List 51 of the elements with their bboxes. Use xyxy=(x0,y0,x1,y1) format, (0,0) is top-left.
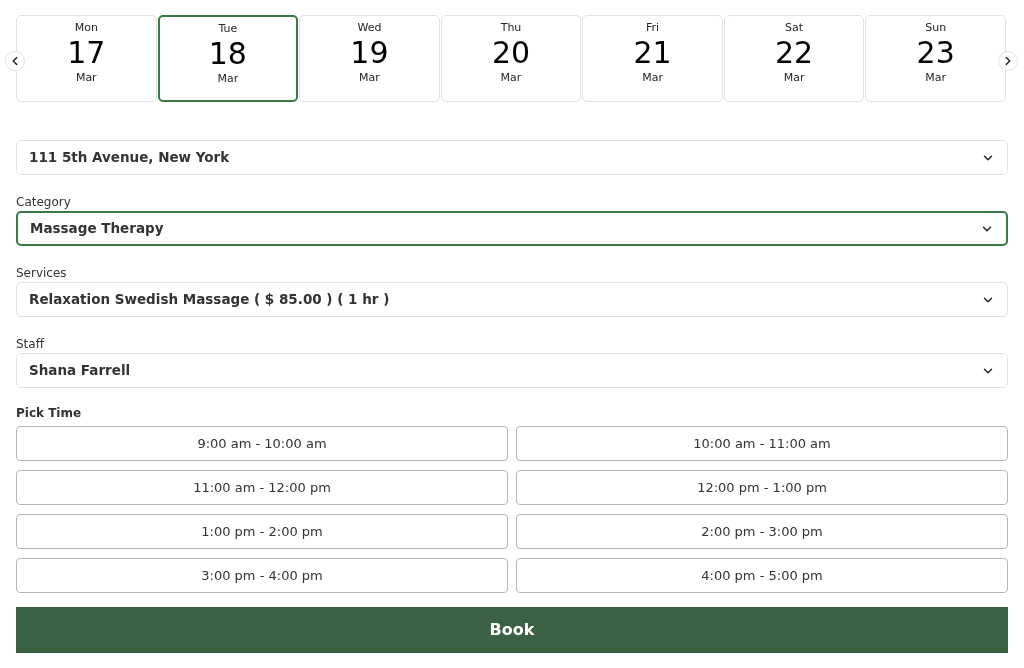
day-number: 23 xyxy=(916,35,955,71)
time-slot-button[interactable]: 3:00 pm - 4:00 pm xyxy=(16,558,508,593)
field-label: Category xyxy=(16,195,72,209)
month-label: Mar xyxy=(642,71,663,85)
date-card[interactable]: Thu 20 Mar xyxy=(440,15,582,102)
month-label: Mar xyxy=(359,71,380,85)
weekday-label: Fri xyxy=(646,21,660,35)
day-number: 21 xyxy=(633,35,672,71)
select-field[interactable]: Massage Therapy xyxy=(16,211,1008,246)
select-value: Shana Farrell xyxy=(29,361,131,381)
date-card[interactable]: Wed 19 Mar xyxy=(299,15,440,102)
time-slot-button[interactable]: 2:00 pm - 3:00 pm xyxy=(516,514,1008,549)
time-slot-button[interactable]: 4:00 pm - 5:00 pm xyxy=(516,558,1008,593)
select-value: 111 5th Avenue, New York xyxy=(29,148,230,168)
book-button[interactable]: Book xyxy=(16,607,1008,653)
select-value: Relaxation Swedish Massage ( $ 85.00 ) ( 1 hr ) xyxy=(29,290,390,310)
time-slot-button[interactable]: 12:00 pm - 1:00 pm xyxy=(516,470,1008,505)
month-label: Mar xyxy=(783,71,805,85)
weekday-label: Sun xyxy=(925,21,947,35)
month-label: Mar xyxy=(217,72,239,86)
next-button[interactable] xyxy=(998,51,1018,71)
weekday-label: Mon xyxy=(74,21,98,35)
time-slot-button[interactable]: 11:00 am - 12:00 pm xyxy=(16,470,508,505)
select-field[interactable]: Shana Farrell xyxy=(16,353,1008,388)
date-card[interactable]: Sat 22 Mar xyxy=(723,15,865,102)
select-field[interactable]: 111 5th Avenue, New York xyxy=(16,140,1008,175)
weekday-label: Tue xyxy=(218,22,238,36)
day-number: 22 xyxy=(775,35,814,71)
date-card[interactable]: Fri 21 Mar xyxy=(582,15,723,102)
month-label: Mar xyxy=(925,71,947,85)
select-value: Massage Therapy xyxy=(30,219,164,239)
date-card[interactable]: Mon 17 Mar xyxy=(16,15,157,102)
field-label: Staff xyxy=(16,337,46,351)
time-slot-button[interactable]: 10:00 am - 11:00 am xyxy=(516,426,1008,461)
select-field[interactable]: Relaxation Swedish Massage ( $ 85.00 ) ( 1 hr ) xyxy=(16,282,1008,317)
weekday-label: Sat xyxy=(785,21,804,35)
time-slot-button[interactable]: 9:00 am - 10:00 am xyxy=(16,426,508,461)
weekday-label: Wed xyxy=(357,21,382,35)
weekday-label: Thu xyxy=(500,21,522,35)
date-card[interactable]: Sun 23 Mar xyxy=(865,15,1006,102)
month-label: Mar xyxy=(500,71,522,85)
month-label: Mar xyxy=(75,71,97,85)
day-number: 20 xyxy=(491,35,531,71)
field-label: Services xyxy=(16,266,68,280)
day-number: 19 xyxy=(350,35,389,71)
day-number: 18 xyxy=(208,36,247,72)
pick-time-label: Pick Time xyxy=(16,406,83,420)
date-card[interactable]: Tue 18 Mar xyxy=(157,15,299,102)
time-slot-button[interactable]: 1:00 pm - 2:00 pm xyxy=(16,514,508,549)
day-number: 17 xyxy=(67,35,106,71)
previous-button[interactable] xyxy=(5,51,25,71)
